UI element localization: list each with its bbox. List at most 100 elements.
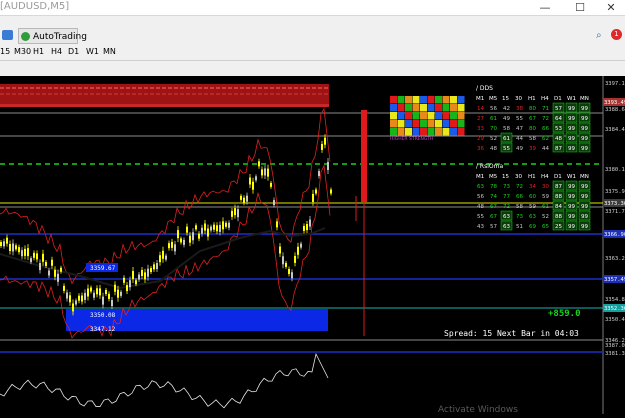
table-header: W1 bbox=[567, 96, 576, 102]
table-cell: 60 bbox=[529, 194, 536, 200]
candle-body bbox=[255, 176, 257, 181]
price-tick: 3384.40 bbox=[605, 127, 625, 133]
price-chart[interactable]: 3359.67 3350.08 3347.12 +859.0 Spread: 1… bbox=[0, 76, 625, 415]
table-cell: 57 bbox=[555, 106, 562, 112]
table-cell: 61 bbox=[503, 136, 510, 142]
candle-body bbox=[171, 241, 173, 248]
table-cell: 58 bbox=[529, 136, 536, 142]
search-icon[interactable]: ⌕ bbox=[596, 30, 602, 41]
table-cell: 55 bbox=[516, 116, 523, 122]
table-cell: 61 bbox=[542, 204, 549, 210]
table-cell: 73 bbox=[503, 184, 510, 190]
heat-cell bbox=[420, 104, 427, 112]
table-cell: 38 bbox=[516, 106, 523, 112]
chart-canvas[interactable]: 3359.67 3350.08 3347.12 +859.0 Spread: 1… bbox=[0, 76, 625, 415]
candle-body bbox=[93, 292, 95, 298]
tf-d1[interactable]: D1 bbox=[68, 47, 79, 56]
table-cell: 67 bbox=[490, 204, 497, 210]
candle-body bbox=[315, 189, 317, 194]
strength-heatmap bbox=[390, 96, 465, 136]
notification-badge[interactable]: 1 bbox=[611, 29, 622, 40]
autotrading-button[interactable]: AutoTrading bbox=[18, 28, 87, 44]
table-cell: 99 bbox=[568, 204, 575, 210]
window-titlebar: [AUDUSD,M5] — ☐ ✕ bbox=[0, 0, 625, 16]
candle-body bbox=[60, 267, 62, 272]
table-cell: 99 bbox=[581, 106, 588, 112]
heat-cell bbox=[397, 104, 405, 112]
candle-body bbox=[21, 250, 23, 257]
heat-cell bbox=[442, 96, 450, 104]
table-cell: 52 bbox=[490, 136, 497, 142]
tf-h1[interactable]: H1 bbox=[33, 47, 44, 56]
table-cell: 33 bbox=[477, 126, 484, 132]
heat-cell bbox=[390, 112, 397, 120]
heat-cell bbox=[420, 128, 427, 136]
price-tick: 3380.10 bbox=[605, 167, 625, 173]
candle-body bbox=[222, 221, 224, 230]
candle-body bbox=[180, 238, 182, 243]
candle-body bbox=[294, 255, 296, 263]
table-cell: 99 bbox=[568, 194, 575, 200]
table-cell: 99 bbox=[581, 194, 588, 200]
candle-body bbox=[249, 177, 251, 185]
heat-cell bbox=[405, 96, 412, 104]
table-cell: 65 bbox=[542, 224, 549, 230]
table-cell: 14 bbox=[477, 106, 484, 112]
candle-body bbox=[162, 250, 164, 259]
table-cell: 59 bbox=[529, 204, 536, 210]
heat-cell bbox=[405, 112, 412, 120]
candle-body bbox=[78, 295, 80, 301]
price-tick: 3363.20 bbox=[605, 256, 625, 262]
price-tag: 3393.49 bbox=[604, 100, 625, 106]
candle-body bbox=[54, 269, 56, 277]
heat-cell bbox=[397, 112, 405, 120]
table-cell: 56 bbox=[490, 106, 497, 112]
table-cell: 80 bbox=[529, 126, 536, 132]
heat-cell bbox=[412, 128, 420, 136]
candle-body bbox=[69, 295, 71, 303]
heat-cell bbox=[442, 104, 450, 112]
candle-body bbox=[48, 270, 50, 276]
table-cell: 61 bbox=[490, 116, 497, 122]
tf-m30[interactable]: M30 bbox=[14, 47, 31, 56]
heat-cell bbox=[450, 96, 457, 104]
candle-body bbox=[159, 255, 161, 263]
table-cell: 99 bbox=[568, 136, 575, 142]
candle-body bbox=[90, 287, 92, 292]
table-cell: 44 bbox=[542, 146, 549, 152]
heat-cell bbox=[435, 96, 442, 104]
tf-mn[interactable]: MN bbox=[103, 47, 116, 56]
minimize-button[interactable]: — bbox=[530, 0, 560, 16]
close-button[interactable]: ✕ bbox=[596, 0, 625, 16]
table-header: W1 bbox=[567, 174, 576, 180]
table-cell: 67 bbox=[529, 116, 536, 122]
tf-h4[interactable]: H4 bbox=[51, 47, 62, 56]
maximize-button[interactable]: ☐ bbox=[565, 0, 595, 16]
candle-body bbox=[165, 255, 167, 260]
candle-body bbox=[261, 169, 263, 176]
table-cell: 99 bbox=[581, 136, 588, 142]
table-cell: 71 bbox=[542, 106, 549, 112]
tf-15[interactable]: 15 bbox=[0, 47, 10, 56]
table-cell: 99 bbox=[568, 116, 575, 122]
heat-cell bbox=[397, 120, 405, 128]
table-header: M5 bbox=[489, 96, 498, 102]
candle-body bbox=[231, 210, 233, 217]
table-cell: 42 bbox=[503, 106, 510, 112]
table-header: D1 bbox=[554, 174, 562, 180]
heat-cell bbox=[390, 96, 397, 104]
table-cell: 67 bbox=[490, 214, 497, 220]
table-header: H1 bbox=[528, 174, 536, 180]
candle-body bbox=[147, 268, 149, 277]
dds-title: / DDS bbox=[476, 85, 493, 92]
tf-w1[interactable]: W1 bbox=[86, 47, 99, 56]
bollinger-bands bbox=[0, 107, 331, 339]
candle-body bbox=[153, 264, 155, 270]
table-cell: 63 bbox=[477, 184, 484, 190]
table-cell: 62 bbox=[542, 136, 549, 142]
candle-body bbox=[3, 241, 5, 247]
heat-cell bbox=[412, 96, 420, 104]
candle-body bbox=[324, 137, 326, 145]
chart-icon[interactable] bbox=[2, 30, 13, 40]
candle-body bbox=[243, 197, 245, 203]
